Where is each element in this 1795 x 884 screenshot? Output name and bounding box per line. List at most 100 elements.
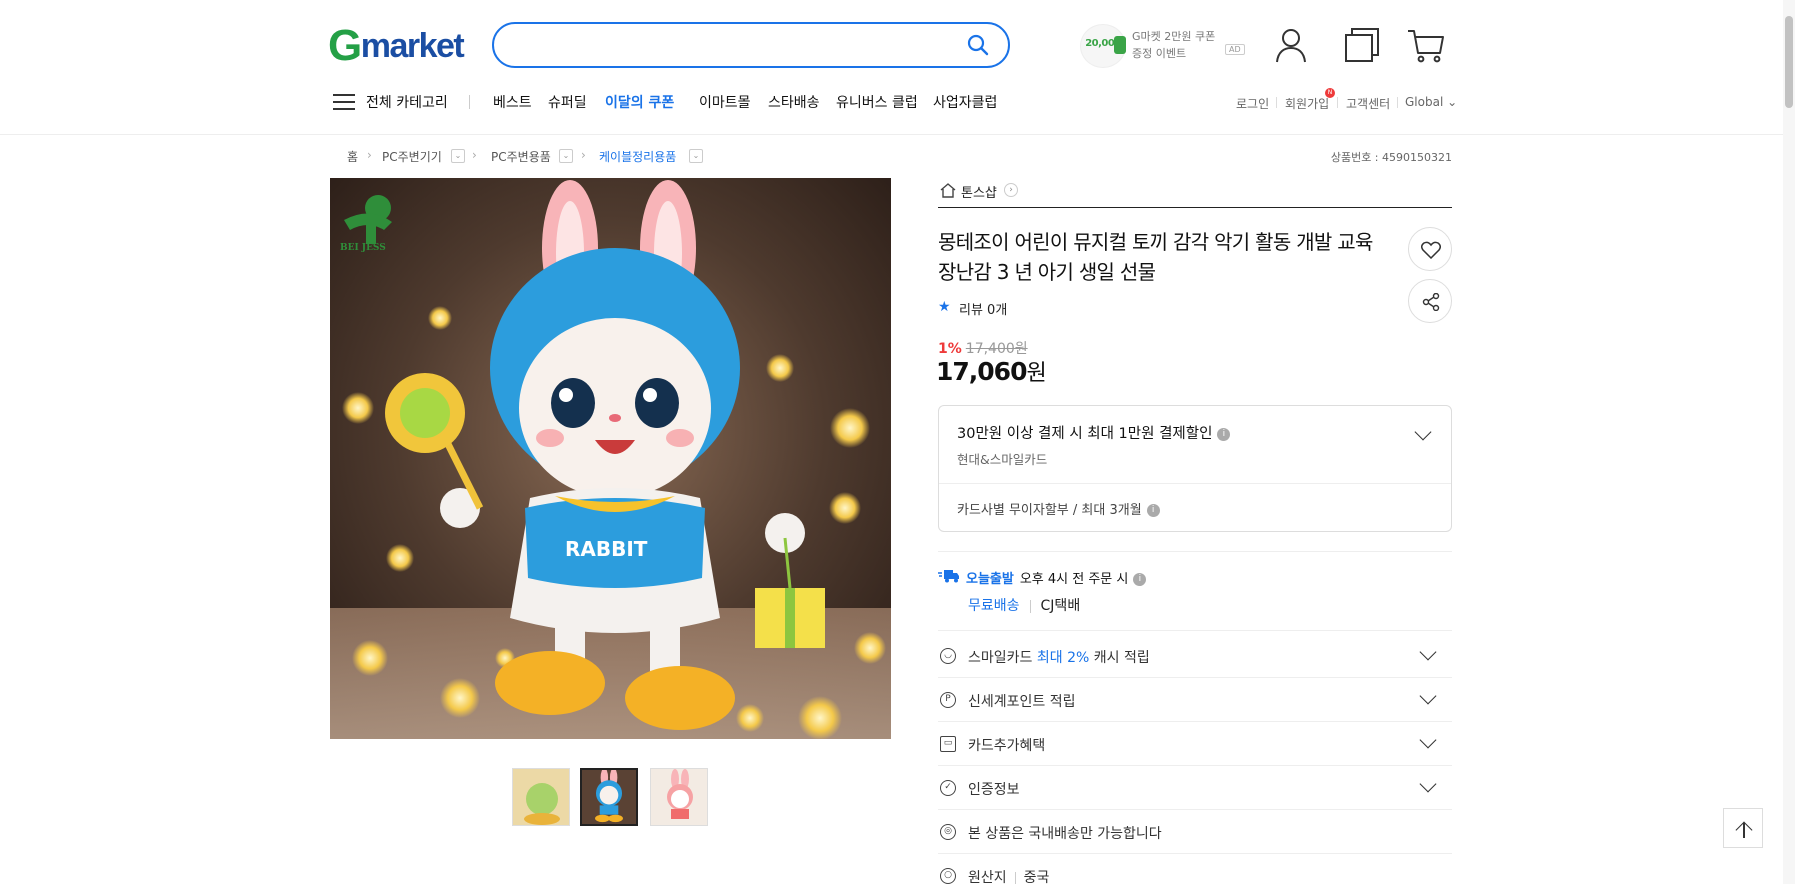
breadcrumb-pc-accessories[interactable]: PC주변용품 [491, 148, 551, 165]
cart-icon[interactable] [1407, 26, 1445, 64]
scroll-to-top-button[interactable] [1723, 808, 1763, 848]
chevron-down-icon[interactable]: ⌄ [451, 149, 465, 163]
review-count[interactable]: 리뷰 0개 [959, 299, 1007, 318]
chevron-right-icon[interactable]: › [1004, 183, 1018, 197]
star-icon: ★ [938, 299, 951, 315]
order-cutoff: 오후 4시 전 주문 시 [1019, 572, 1129, 587]
share-icon [1422, 293, 1440, 311]
card-discount-title: 30만원 이상 결제 시 최대 1만원 결제할인 i [957, 422, 1231, 443]
shipping-info: 오늘출발 오후 4시 전 주문 시 i 무료배송 CJ택배 [938, 551, 1452, 631]
coupon-tag-icon [1114, 36, 1126, 54]
certification-row[interactable]: ✓ 인증정보 [938, 766, 1452, 810]
card-extra-label: 카드추가혜택 [968, 738, 1046, 754]
global-dropdown[interactable]: Global ⌄ [1405, 95, 1457, 109]
origin-row: ○ 원산지 중국 [938, 854, 1452, 884]
scrollbar-thumb[interactable] [1785, 16, 1793, 108]
installment-info: 카드사별 무이자할부 / 최대 3개월 i [957, 499, 1160, 518]
nav-divider [469, 95, 470, 109]
chevron-down-icon[interactable] [1419, 731, 1437, 749]
nav-superdeal[interactable]: 슈퍼딜 [548, 92, 587, 112]
info-icon[interactable]: i [1146, 504, 1160, 517]
gmarket-logo[interactable]: Gmarket [328, 21, 465, 70]
menu-icon[interactable] [333, 94, 355, 110]
thumbnail-1[interactable] [512, 768, 570, 826]
chevron-down-icon[interactable]: ⌄ [689, 149, 703, 163]
chevron-right-icon: › [472, 148, 477, 162]
sale-price: 17,060원 [936, 355, 1047, 387]
card-extra-benefit-row[interactable]: ▭ 카드추가혜택 [938, 722, 1452, 766]
svg-text:BEI JESS: BEI JESS [340, 243, 386, 253]
customer-center-link[interactable]: 고객센터 [1346, 95, 1390, 112]
origin-label: 원산지 [968, 870, 1007, 884]
shinsegae-point-row[interactable]: P 신세계포인트 적립 [938, 678, 1452, 722]
product-title: 몽테조이 어린이 뮤지컬 토끼 감각 악기 활동 개발 교육 장난감 3 년 아… [938, 230, 1373, 284]
card-discount-text: 30만원 이상 결제 시 최대 1만원 결제할인 [957, 426, 1213, 442]
smile-card-label: 스마일카드 [968, 650, 1037, 666]
wishlist-button[interactable] [1408, 227, 1452, 271]
heart-icon [1421, 241, 1441, 259]
coupon-promo-banner[interactable]: 20,000 G마켓 2만원 쿠폰 증정 이벤트 AD [1080, 24, 1245, 68]
globe-icon: ◎ [940, 824, 956, 840]
chevron-down-icon[interactable] [1419, 687, 1437, 705]
thumbnail-3[interactable] [650, 768, 708, 826]
ad-badge: AD [1225, 44, 1245, 55]
card-discount-sub: 현대&스마일카드 [957, 452, 1048, 467]
info-icon[interactable]: i [1133, 573, 1147, 586]
shinsegae-point-label: 신세계포인트 적립 [968, 694, 1076, 710]
breadcrumb-cable-organizers[interactable]: 케이블정리용품 [599, 148, 676, 165]
domestic-shipping-label: 본 상품은 국내배송만 가능합니다 [968, 826, 1162, 842]
same-day-shipping: 오늘출발 오후 4시 전 주문 시 i [938, 568, 1147, 587]
chevron-down-icon[interactable]: ⌄ [559, 149, 573, 163]
login-link[interactable]: 로그인 [1236, 95, 1269, 112]
nav-universe-club[interactable]: 유니버스 클럽 [836, 92, 918, 112]
smile-card-cashback-row[interactable]: ◡ 스마일카드 최대 2% 캐시 적립 [938, 634, 1452, 678]
user-icon[interactable] [1272, 26, 1310, 64]
search-input[interactable] [516, 24, 956, 66]
promo-line1: G마켓 2만원 쿠폰 [1132, 30, 1216, 43]
price-value: 17,060 [936, 357, 1027, 386]
certification-label: 인증정보 [968, 782, 1020, 798]
chevron-down-icon[interactable] [1419, 643, 1437, 661]
same-day-tag: 오늘출발 [966, 572, 1014, 587]
credit-card-icon: ▭ [940, 736, 956, 752]
svg-text:RABBIT: RABBIT [565, 537, 648, 561]
nav-emart-mall[interactable]: 이마트몰 [699, 92, 751, 112]
carrier-name: CJ택배 [1040, 598, 1081, 614]
chevron-right-icon: › [367, 148, 372, 162]
scrollbar[interactable] [1783, 0, 1795, 884]
share-button[interactable] [1408, 279, 1452, 323]
logo-g: G [328, 21, 362, 70]
chevron-down-icon[interactable] [1419, 775, 1437, 793]
nav-monthly-coupon[interactable]: 이달의 쿠폰 [605, 92, 674, 112]
nav-business-club[interactable]: 사업자클럽 [933, 92, 997, 112]
signup-link[interactable]: 회원가입 [1285, 95, 1329, 112]
installment-text: 카드사별 무이자할부 / 최대 3개월 [957, 503, 1142, 518]
search-box [492, 22, 1010, 68]
util-divider [1337, 97, 1338, 108]
product-number: 상품번호 : 4590150321 [1330, 151, 1452, 164]
shop-link[interactable]: 톤스샵 › [938, 180, 1452, 208]
delivery-method: 무료배송 CJ택배 [968, 595, 1080, 615]
recent-items-icon[interactable] [1343, 26, 1381, 64]
all-categories-button[interactable]: 전체 카테고리 [366, 92, 448, 112]
nav-best[interactable]: 베스트 [493, 92, 532, 112]
breadcrumb-home[interactable]: 홈 [347, 148, 358, 165]
smile-icon: ◡ [940, 648, 956, 664]
origin-value: 중국 [1023, 870, 1050, 884]
smile-card-rate: 최대 2% [1036, 650, 1090, 666]
shop-name[interactable]: 톤스샵 [961, 182, 997, 201]
product-main-image[interactable]: BEI JESS RABBIT [330, 178, 891, 739]
info-icon[interactable]: i [1217, 427, 1231, 441]
price-unit: 원 [1026, 361, 1046, 386]
home-icon [940, 183, 956, 198]
breadcrumb-pc-peripherals[interactable]: PC주변기기 [382, 148, 442, 165]
chevron-down-icon[interactable] [1414, 423, 1432, 441]
logo-text: market [360, 26, 465, 65]
point-icon: P [940, 692, 956, 708]
search-icon[interactable] [966, 33, 990, 57]
util-divider [1276, 97, 1277, 108]
card-discount-panel[interactable]: 30만원 이상 결제 시 최대 1만원 결제할인 i 현대&스마일카드 카드사별 … [938, 405, 1452, 532]
thumbnail-2[interactable] [580, 768, 638, 826]
nav-star-delivery[interactable]: 스타배송 [768, 92, 820, 112]
divider [939, 483, 1451, 484]
